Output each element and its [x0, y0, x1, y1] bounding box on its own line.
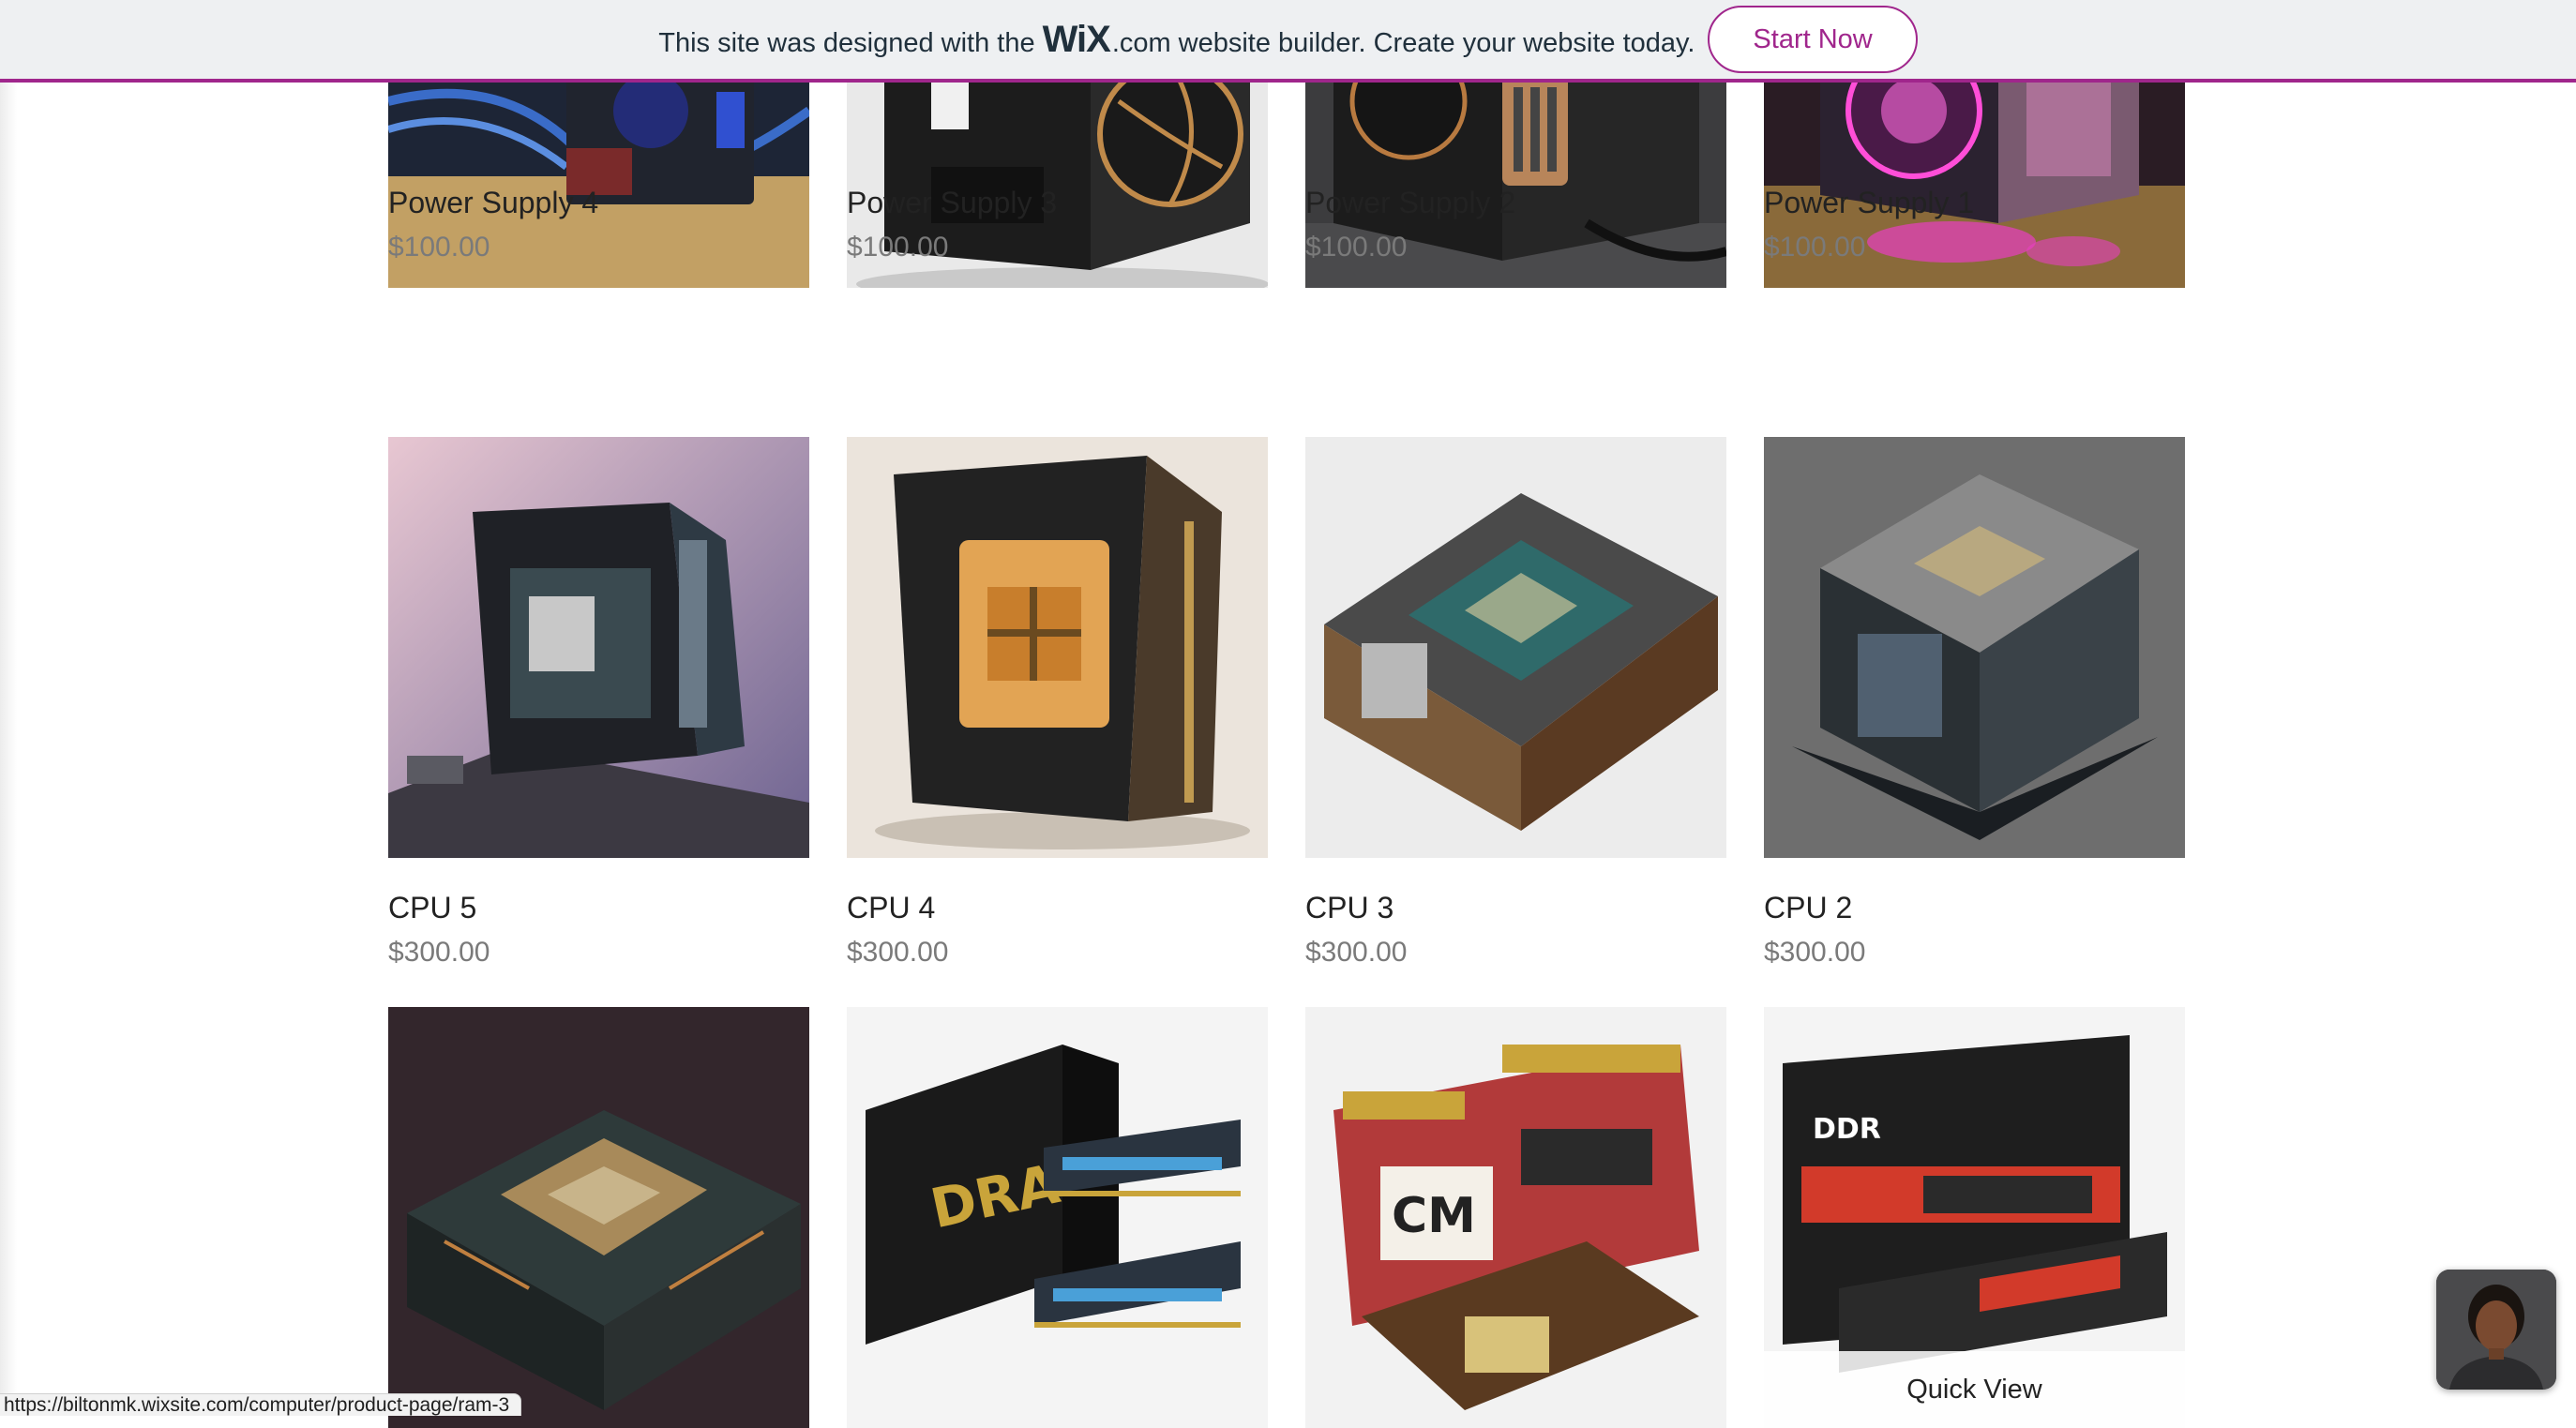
- product-name[interactable]: CPU 4: [847, 891, 935, 925]
- product-card-ram-2[interactable]: CM: [1305, 1007, 1726, 1428]
- product-price: $100.00: [1305, 232, 1408, 263]
- status-bar-url: https://biltonmk.wixsite.com/computer/pr…: [0, 1393, 522, 1416]
- product-price: $100.00: [388, 232, 490, 263]
- product-card-cpu-3[interactable]: CPU 3 $300.00: [1305, 437, 1726, 981]
- product-name[interactable]: Power Supply 1: [1764, 186, 1974, 220]
- product-name[interactable]: CPU 3: [1305, 891, 1393, 925]
- product-name[interactable]: Power Supply 3: [847, 186, 1057, 220]
- product-name[interactable]: Power Supply 2: [1305, 186, 1515, 220]
- product-price: $100.00: [1764, 232, 1866, 263]
- product-card-cpu-2[interactable]: CPU 2 $300.00: [1764, 437, 2185, 981]
- ram-icon: DRA: [847, 1007, 1268, 1428]
- ram-icon: CM: [1305, 1007, 1726, 1428]
- chat-avatar-button[interactable]: [2436, 1270, 2556, 1390]
- product-image[interactable]: [388, 1007, 809, 1428]
- product-image[interactable]: [847, 437, 1268, 858]
- product-price: $300.00: [1764, 937, 1866, 968]
- start-now-button[interactable]: Start Now: [1708, 6, 1918, 73]
- banner-message: This site was designed with the WiX .com…: [658, 19, 1695, 61]
- page-left-edge: [0, 0, 17, 1415]
- wix-dotcom: .com: [1111, 27, 1171, 58]
- product-image[interactable]: [1764, 437, 2185, 858]
- svg-text:CM: CM: [1392, 1188, 1476, 1244]
- cpu-icon: [388, 1007, 809, 1428]
- product-card-ram-3[interactable]: DRA: [847, 1007, 1268, 1428]
- product-image[interactable]: [1305, 437, 1726, 858]
- agent-avatar-icon: [2436, 1270, 2556, 1390]
- product-name[interactable]: CPU 5: [388, 891, 476, 925]
- wix-ad-banner: This site was designed with the WiX .com…: [0, 0, 2576, 83]
- product-card-ram-1[interactable]: DDR Quick View: [1764, 1007, 2185, 1428]
- banner-text-before: This site was designed with the: [658, 27, 1035, 58]
- product-name[interactable]: Power Supply 4: [388, 186, 598, 220]
- product-name[interactable]: CPU 2: [1764, 891, 1852, 925]
- banner-text-after: website builder. Create your website tod…: [1178, 27, 1695, 58]
- product-price: $300.00: [1305, 937, 1408, 968]
- wix-logo: WiX: [1042, 18, 1111, 60]
- product-image[interactable]: DRA: [847, 1007, 1268, 1428]
- product-card-cpu-4[interactable]: CPU 4 $300.00: [847, 437, 1268, 981]
- product-price: $300.00: [388, 937, 490, 968]
- product-price: $300.00: [847, 937, 949, 968]
- product-image[interactable]: [388, 437, 809, 858]
- product-image[interactable]: CM: [1305, 1007, 1726, 1428]
- quick-view-button[interactable]: Quick View: [1764, 1351, 2185, 1428]
- product-grid: Power Supply 4 $100.00 Power Supply 3 $1…: [388, 0, 2185, 1428]
- product-image[interactable]: DDR Quick View: [1764, 1007, 2185, 1428]
- product-card-cpu-1[interactable]: [388, 1007, 809, 1428]
- product-price: $100.00: [847, 232, 949, 263]
- cpu-icon: [1764, 437, 2185, 858]
- product-card-cpu-5[interactable]: CPU 5 $300.00: [388, 437, 809, 981]
- cpu-icon: [1305, 437, 1726, 858]
- svg-text:DDR: DDR: [1813, 1113, 1881, 1146]
- cpu-icon: [388, 437, 809, 858]
- cpu-icon: [847, 437, 1268, 858]
